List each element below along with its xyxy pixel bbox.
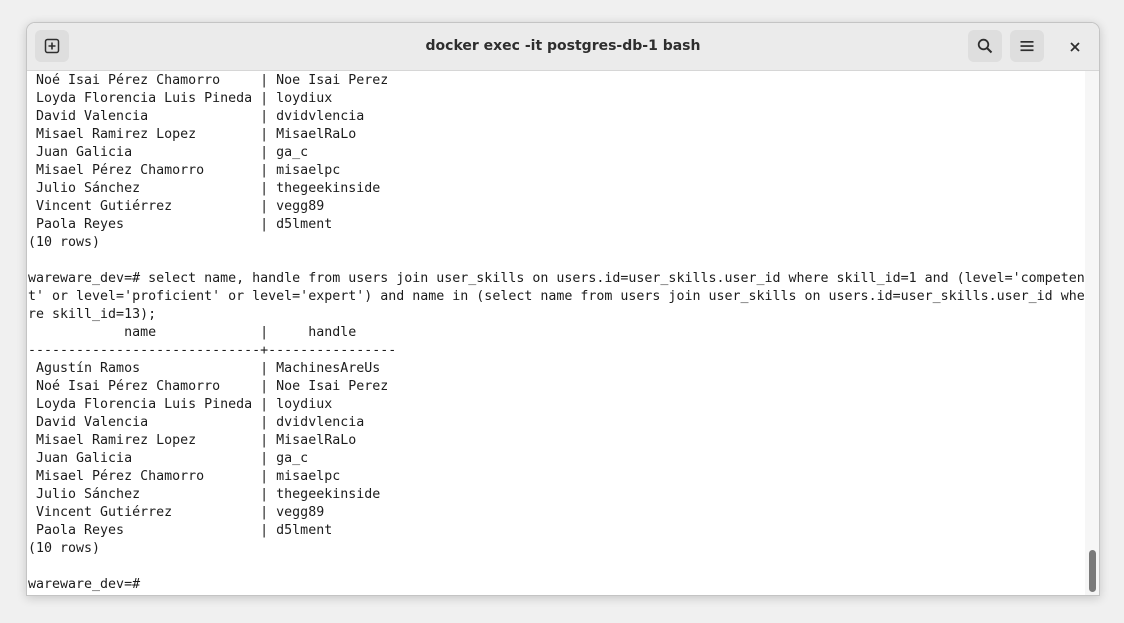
terminal-line: Misael Ramirez Lopez | MisaelRaLo [28, 433, 357, 448]
terminal-line: Misael Ramirez Lopez | MisaelRaLo [28, 127, 357, 142]
terminal-line: (10 rows) [28, 541, 101, 556]
terminal-scrollbar[interactable] [1085, 71, 1099, 595]
terminal-line: re skill_id=13); [28, 307, 157, 322]
hamburger-menu-icon [1020, 41, 1034, 52]
terminal-line: Juan Galicia | ga_c [28, 451, 309, 466]
terminal-text: Noé Isai Pérez Chamorro | Noe Isai Perez… [28, 72, 1085, 594]
terminal-window: docker exec -it postgres-db-1 bash Noé I… [26, 22, 1100, 596]
search-button[interactable] [968, 30, 1002, 62]
terminal-line: -----------------------------+----------… [28, 343, 397, 358]
terminal-output[interactable]: Noé Isai Pérez Chamorro | Noe Isai Perez… [27, 71, 1085, 595]
terminal-line: t' or level='proficient' or level='exper… [28, 289, 1085, 304]
terminal-line: David Valencia | dvidvlencia [28, 415, 365, 430]
close-icon [1070, 42, 1080, 52]
terminal-line: Paola Reyes | d5lment [28, 217, 333, 232]
terminal-line: name | handle [28, 325, 357, 340]
terminal-line: Misael Pérez Chamorro | misaelpc [28, 163, 341, 178]
terminal-line: Noé Isai Pérez Chamorro | Noe Isai Perez [28, 73, 389, 88]
terminal-line: Vincent Gutiérrez | vegg89 [28, 199, 325, 214]
title-bar[interactable]: docker exec -it postgres-db-1 bash [27, 23, 1099, 71]
search-icon [977, 38, 993, 54]
scrollbar-thumb[interactable] [1089, 550, 1096, 592]
terminal-line: Vincent Gutiérrez | vegg89 [28, 505, 325, 520]
new-tab-button[interactable] [35, 30, 69, 62]
terminal-line: David Valencia | dvidvlencia [28, 109, 365, 124]
new-tab-plus-icon [44, 38, 60, 54]
terminal-line: Juan Galicia | ga_c [28, 145, 309, 160]
terminal-line: Agustín Ramos | MachinesAreUs [28, 361, 381, 376]
terminal-line: Loyda Florencia Luis Pineda | loydiux [28, 397, 333, 412]
main-menu-button[interactable] [1010, 30, 1044, 62]
terminal-line: Julio Sánchez | thegeekinside [28, 487, 381, 502]
close-button[interactable] [1059, 33, 1091, 61]
window-title: docker exec -it postgres-db-1 bash [425, 38, 701, 54]
terminal-line: (10 rows) [28, 235, 101, 250]
terminal-line: Misael Pérez Chamorro | misaelpc [28, 469, 341, 484]
terminal-line: Julio Sánchez | thegeekinside [28, 181, 381, 196]
terminal-line: Loyda Florencia Luis Pineda | loydiux [28, 91, 333, 106]
terminal-prompt-line[interactable]: wareware_dev=# [28, 576, 1085, 594]
terminal-line: wareware_dev=# select name, handle from … [28, 271, 1085, 286]
terminal-line: Noé Isai Pérez Chamorro | Noe Isai Perez [28, 379, 389, 394]
terminal-line: Paola Reyes | d5lment [28, 523, 333, 538]
